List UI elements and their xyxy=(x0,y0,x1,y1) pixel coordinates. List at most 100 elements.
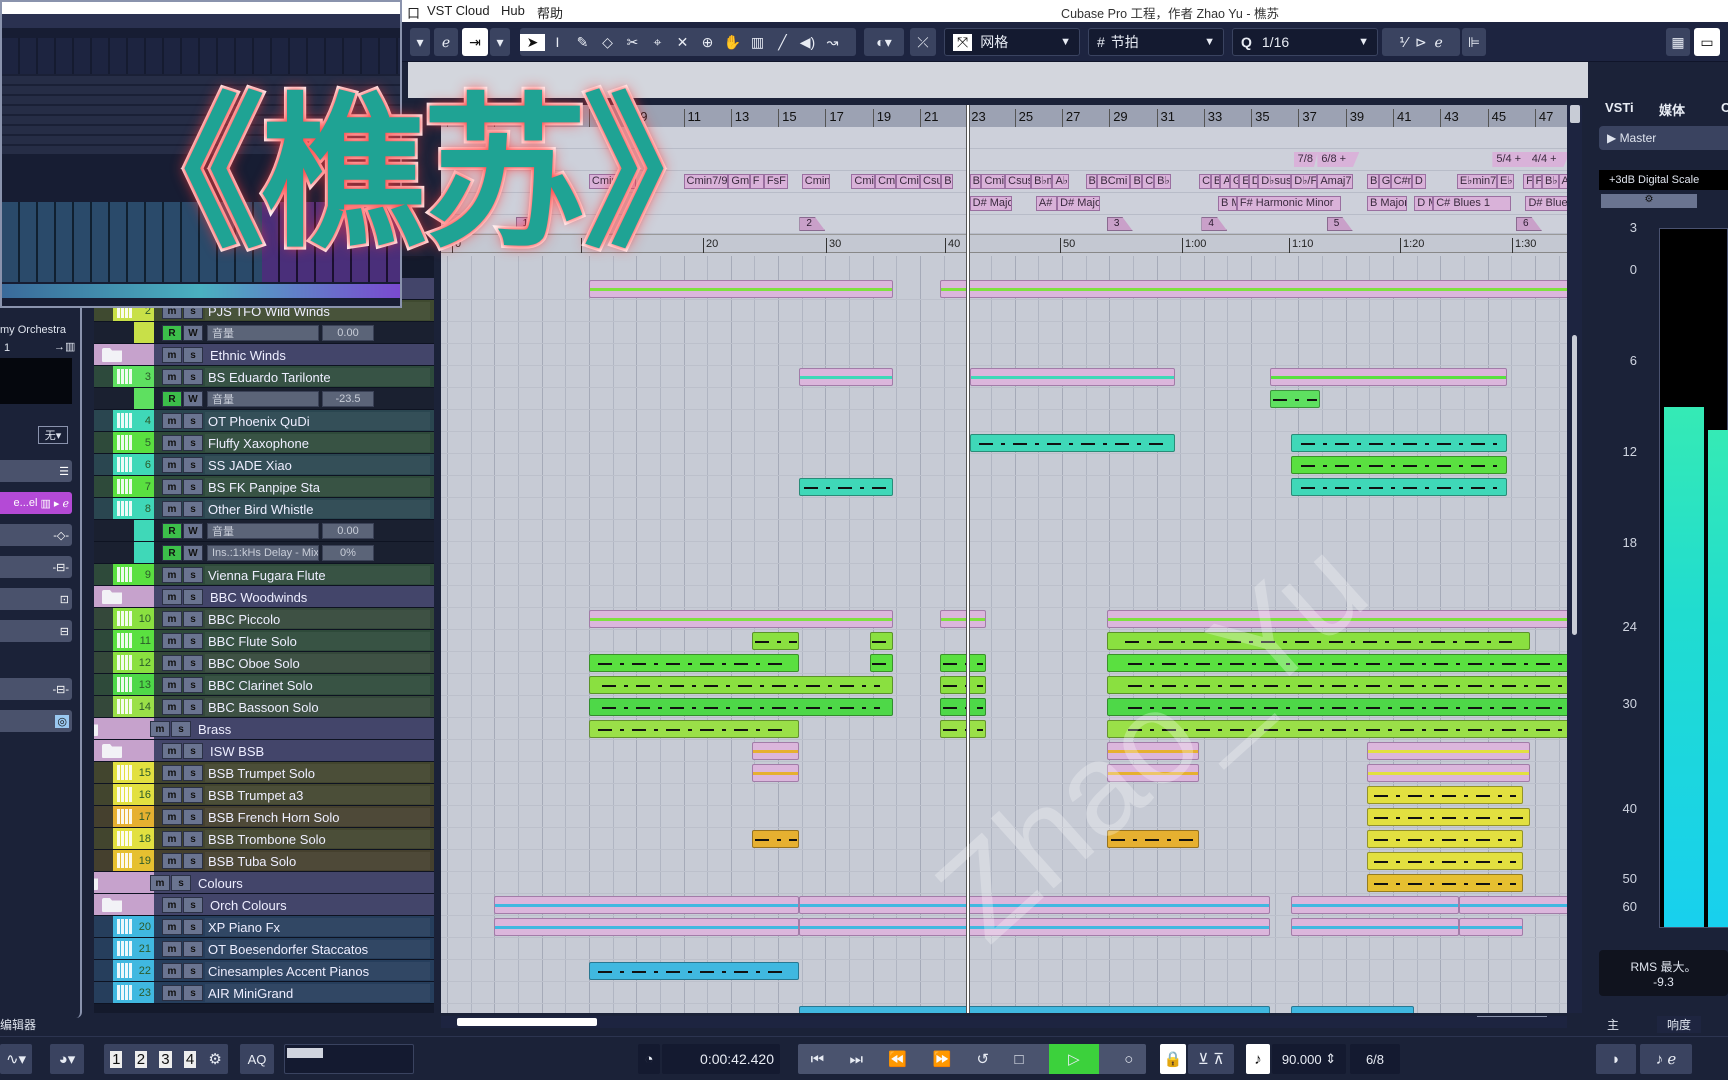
folder-part[interactable] xyxy=(1366,764,1531,782)
grid-type-dropdown[interactable]: # 节拍 ▼ xyxy=(1088,28,1224,56)
edit-icons[interactable]: ♪ ℯ xyxy=(1640,1044,1692,1074)
chord-event[interactable]: BCmi xyxy=(1097,174,1131,189)
warp-icon[interactable]: ↝ xyxy=(820,34,845,51)
scroll-up-button[interactable] xyxy=(1570,105,1580,123)
chord-event[interactable]: B xyxy=(1366,174,1379,189)
folder-part[interactable] xyxy=(799,896,1270,914)
folder-part[interactable] xyxy=(1459,918,1524,936)
midi-part[interactable] xyxy=(940,698,987,716)
track-name[interactable]: XP Piano Fx xyxy=(205,918,430,936)
vertical-scrollbar[interactable] xyxy=(1567,105,1582,1013)
midi-part[interactable] xyxy=(799,1006,1270,1013)
track-name[interactable]: BBC Bassoon Solo xyxy=(205,698,430,716)
midi-part[interactable] xyxy=(1366,808,1531,826)
scale-event[interactable]: D# Blues 1 xyxy=(1525,196,1567,211)
mute-button[interactable]: m xyxy=(162,985,182,1001)
track-folder[interactable]: m s BBC Woodwinds xyxy=(94,586,434,608)
track-lane[interactable]: R W 音量 0.00 xyxy=(94,322,434,344)
quick-button-3[interactable]: 3 xyxy=(159,1050,172,1068)
automation-value[interactable]: -23.5 xyxy=(322,391,374,407)
mute-button[interactable]: m xyxy=(162,919,182,935)
tab-loudness[interactable]: 响度 xyxy=(1657,1016,1702,1033)
midi-part[interactable] xyxy=(1366,852,1524,870)
track-name[interactable]: BSB Trumpet Solo xyxy=(205,764,430,782)
scale-event[interactable]: D M xyxy=(1414,196,1434,211)
automation-parameter[interactable]: Ins.:1:kHs Delay - Mix xyxy=(207,545,319,561)
folder-part[interactable] xyxy=(1366,742,1531,760)
mute-button[interactable]: m xyxy=(162,677,182,693)
midi-part[interactable] xyxy=(588,654,800,672)
chord-event[interactable]: D♭sus xyxy=(1258,174,1292,189)
solo-button[interactable]: s xyxy=(183,677,203,693)
track-folder[interactable]: m s Orch Colours xyxy=(94,894,434,916)
track-name[interactable]: AIR MiniGrand xyxy=(205,984,430,1002)
folder-part[interactable] xyxy=(1106,764,1200,782)
midi-part[interactable] xyxy=(1291,478,1507,496)
folder-part[interactable] xyxy=(799,918,1270,936)
menu-vst-cloud[interactable]: VST Cloud xyxy=(427,3,490,18)
midi-part[interactable] xyxy=(799,478,893,496)
track-instrument[interactable]: 17 m s BSB French Horn Solo xyxy=(94,806,434,828)
record-mode-icon[interactable]: ◕▾ xyxy=(50,1044,84,1074)
track-instrument[interactable]: 19 m s BSB Tuba Solo xyxy=(94,850,434,872)
inspector-section-channel[interactable]: ⊟ xyxy=(0,620,72,642)
folder-part[interactable] xyxy=(752,742,800,760)
speaker-icon[interactable]: ◀) xyxy=(795,34,820,51)
track-instrument[interactable]: 10 m s BBC Piccolo xyxy=(94,608,434,630)
go-to-start-icon[interactable]: ⏮ xyxy=(811,1051,825,1068)
automation-value[interactable]: 0% xyxy=(322,545,374,561)
signature-display[interactable]: 6/8 xyxy=(1350,1044,1400,1074)
mute-button[interactable]: m xyxy=(162,853,182,869)
mute-button[interactable]: m xyxy=(162,501,182,517)
midi-part[interactable] xyxy=(1291,456,1507,474)
chord-event[interactable]: Cmi xyxy=(981,174,1006,189)
track-lane[interactable]: R W Ins.:1:kHs Delay - Mix 0% xyxy=(94,542,434,564)
master-section[interactable]: ▶ Master xyxy=(1599,126,1728,150)
track-instrument[interactable]: 15 m s BSB Trumpet Solo xyxy=(94,762,434,784)
mute-button[interactable]: m xyxy=(162,479,182,495)
read-automation-button[interactable]: R xyxy=(162,325,182,341)
solo-button[interactable]: s xyxy=(183,655,203,671)
midi-part[interactable] xyxy=(1366,830,1524,848)
automation-parameter[interactable]: 音量 xyxy=(207,325,319,341)
iterative-quantize-icon[interactable]: ⅟ xyxy=(1399,34,1407,51)
midi-part[interactable] xyxy=(969,434,1176,452)
chord-event[interactable]: A♭ xyxy=(1052,174,1069,189)
midi-part[interactable] xyxy=(1106,830,1200,848)
track-instrument[interactable]: 6 m s SS JADE Xiao xyxy=(94,454,434,476)
time-signature-event[interactable]: 4/4 + xyxy=(1527,152,1567,167)
midi-part[interactable] xyxy=(1106,632,1531,650)
chord-event[interactable]: B♭ xyxy=(1541,174,1559,189)
folder-part[interactable] xyxy=(940,280,1567,298)
chord-event[interactable]: B♭m xyxy=(1031,174,1053,189)
mute-button[interactable]: m xyxy=(162,941,182,957)
mute-button[interactable]: m xyxy=(162,567,182,583)
track-name[interactable]: Vienna Fugara Flute xyxy=(205,566,430,584)
chord-event[interactable]: B♭ xyxy=(941,174,954,189)
chord-event[interactable]: G xyxy=(1229,174,1240,189)
solo-button[interactable]: s xyxy=(171,875,191,891)
solo-button[interactable]: s xyxy=(183,897,203,913)
automation-parameter[interactable]: 音量 xyxy=(207,391,319,407)
read-automation-button[interactable]: R xyxy=(162,523,182,539)
mute-button[interactable]: m xyxy=(162,413,182,429)
track-instrument[interactable]: 16 m s BSB Trumpet a3 xyxy=(94,784,434,806)
track-folder[interactable]: m s ISW BSB xyxy=(94,740,434,762)
tab-c[interactable]: C xyxy=(1721,100,1728,115)
inspector-section-sends[interactable]: ⊡ xyxy=(0,588,72,610)
inspector-section-notepad[interactable]: -⊟- xyxy=(0,678,72,700)
chord-event[interactable]: F xyxy=(1523,174,1533,189)
mute-button[interactable]: m xyxy=(162,589,182,605)
zoom-slider[interactable] xyxy=(1477,1016,1547,1028)
quick-button-4[interactable]: 4 xyxy=(183,1050,197,1068)
solo-button[interactable]: s xyxy=(183,743,203,759)
inspector-section-eq[interactable]: ☰ xyxy=(0,460,72,482)
folder-part[interactable] xyxy=(1270,368,1507,386)
mute-button[interactable]: m xyxy=(162,963,182,979)
mute-button[interactable]: m xyxy=(162,435,182,451)
folder-part[interactable] xyxy=(1291,918,1460,936)
chord-event[interactable]: D xyxy=(1248,174,1259,189)
track-instrument[interactable]: 11 m s BBC Flute Solo xyxy=(94,630,434,652)
marker[interactable]: 5 xyxy=(1326,217,1353,231)
chord-event[interactable]: F xyxy=(1532,174,1542,189)
